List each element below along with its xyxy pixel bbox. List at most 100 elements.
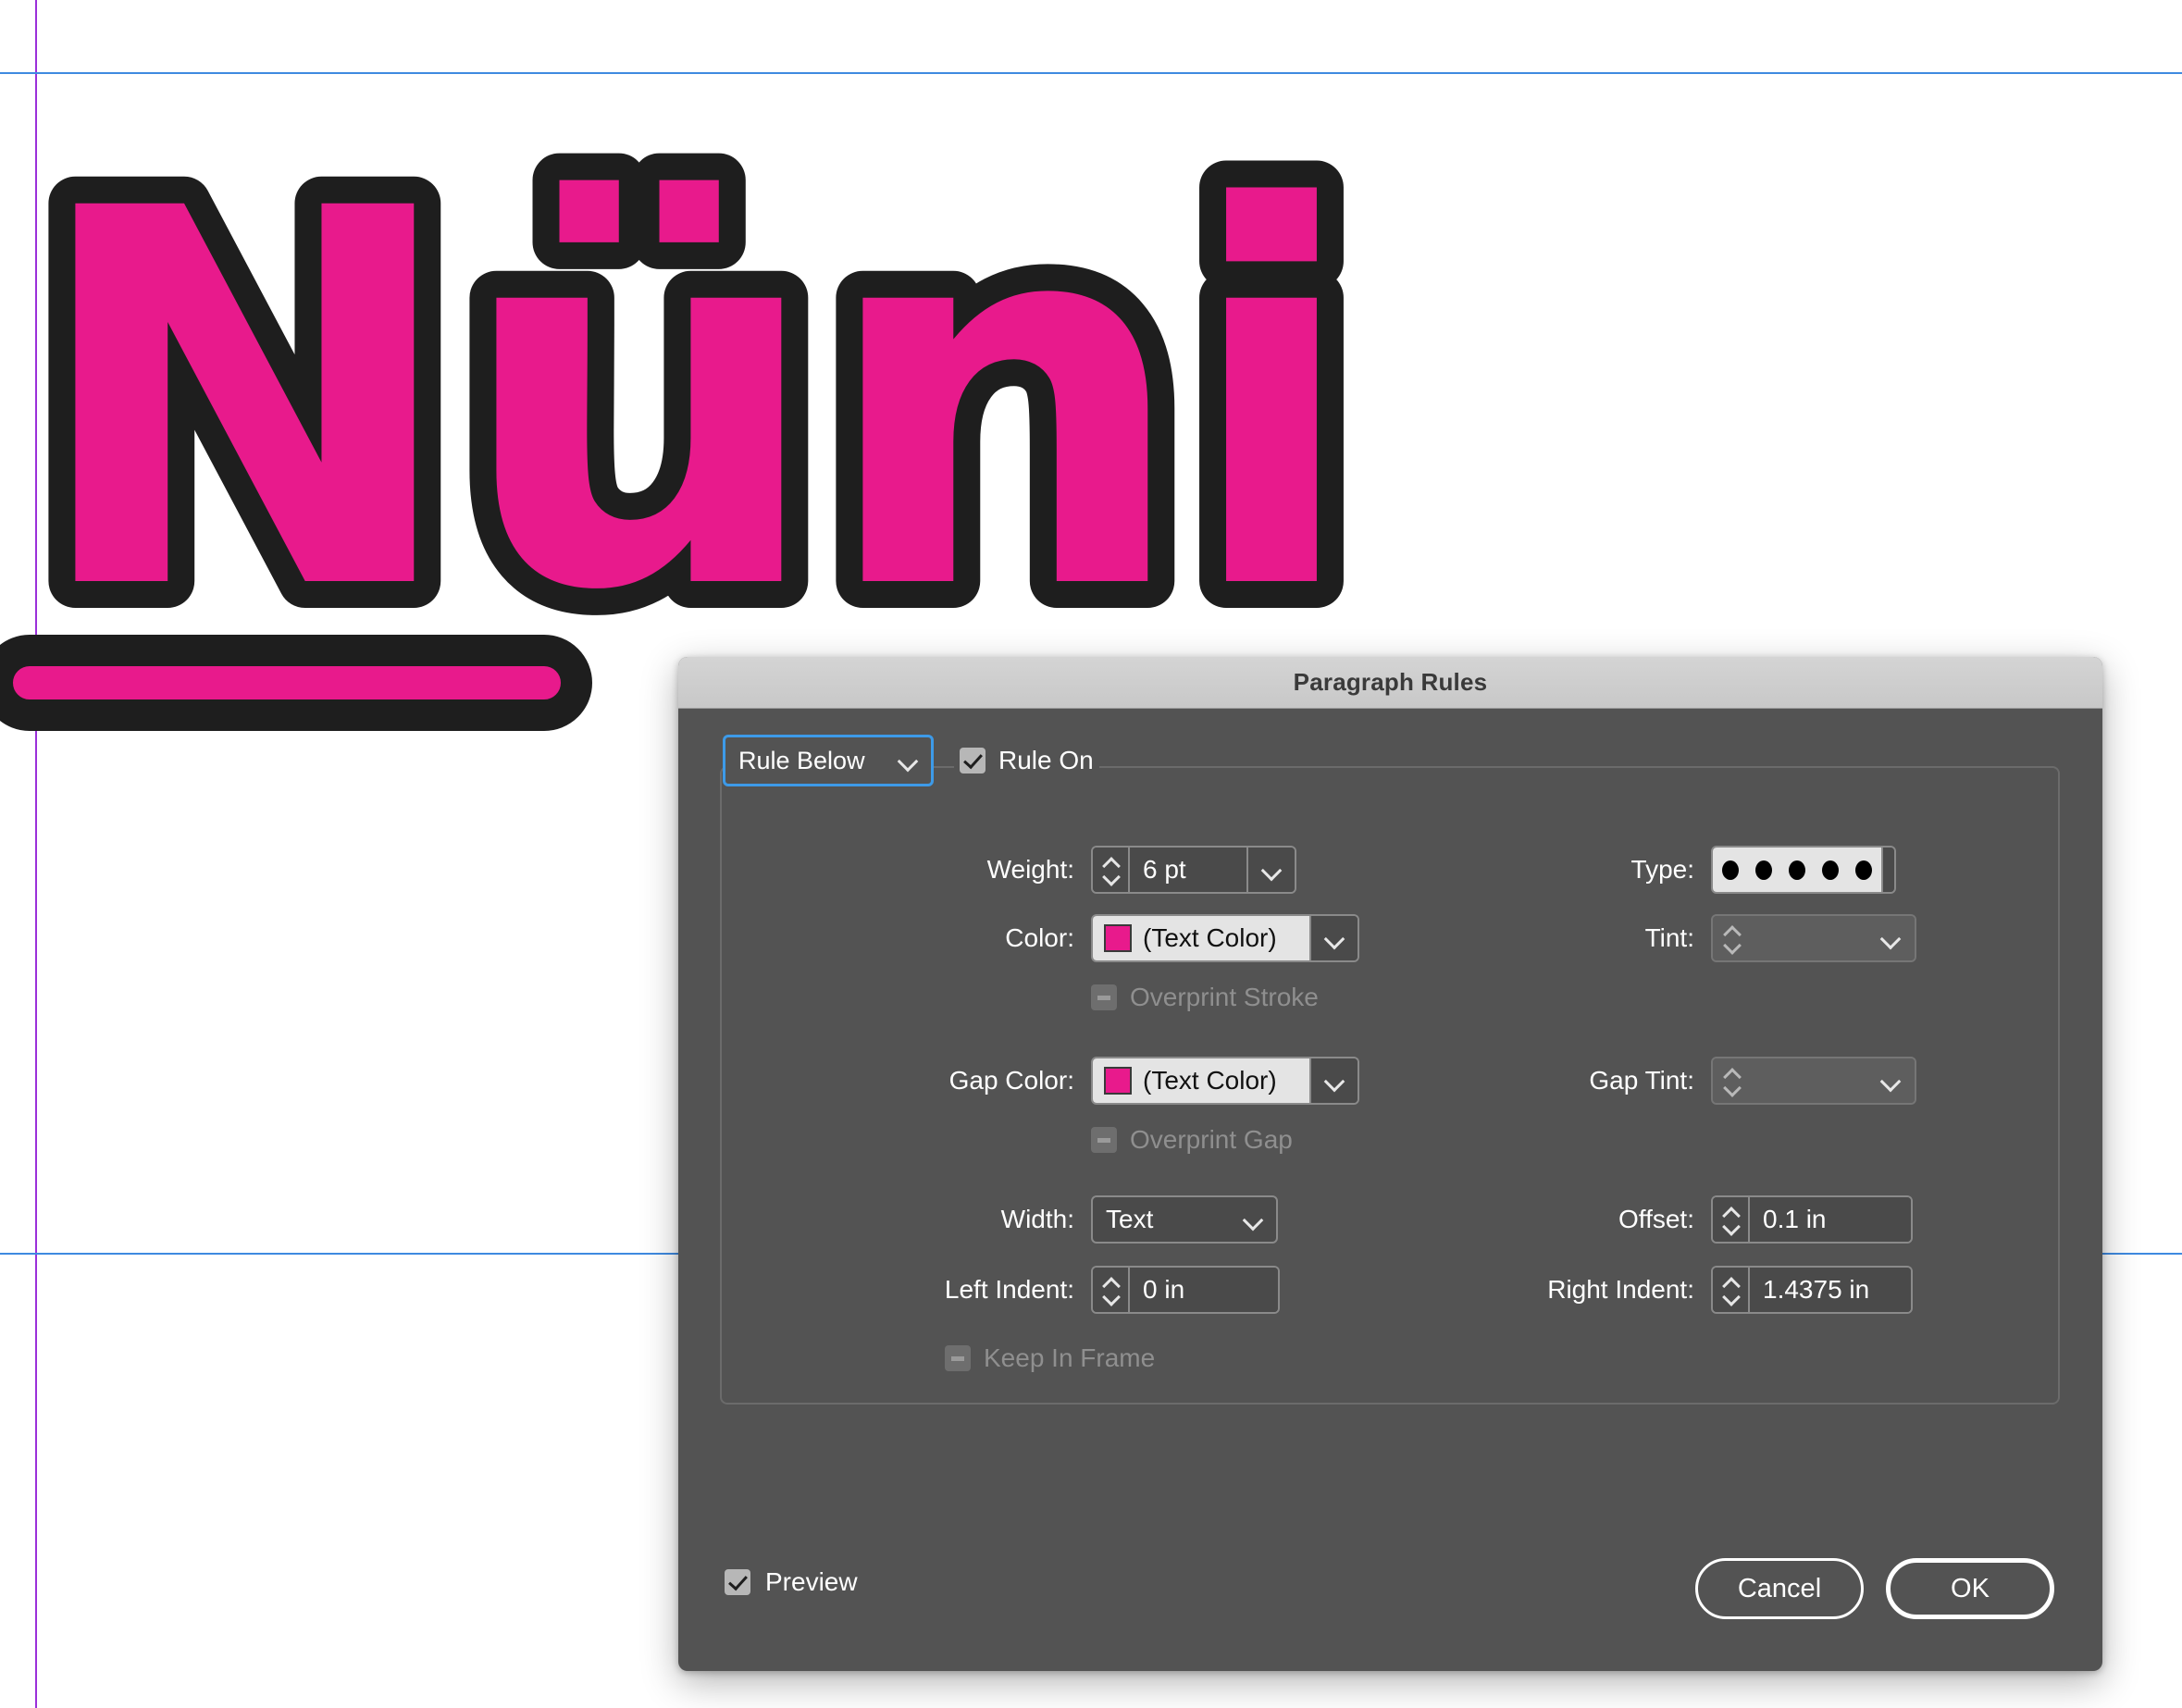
weight-value[interactable]: 6 pt bbox=[1130, 848, 1246, 892]
preview-checkbox-row[interactable]: Preview bbox=[725, 1567, 858, 1597]
gap-color-dropdown-button[interactable] bbox=[1309, 1058, 1358, 1103]
chevron-down-icon bbox=[1261, 860, 1282, 880]
right-indent-field[interactable]: 1.4375 in bbox=[1711, 1266, 1913, 1314]
overprint-stroke-label: Overprint Stroke bbox=[1130, 983, 1319, 1011]
paragraph-rule-below bbox=[0, 635, 592, 731]
type-row: Type: bbox=[1593, 846, 1896, 894]
chevron-up-icon bbox=[1722, 925, 1741, 935]
right-indent-value[interactable]: 1.4375 in bbox=[1750, 1268, 1911, 1312]
weight-row: Weight: 6 pt bbox=[936, 846, 1296, 894]
overprint-gap-row: Overprint Gap bbox=[1091, 1125, 1293, 1155]
gap-color-label: Gap Color: bbox=[948, 1066, 1074, 1095]
chevron-down-icon bbox=[1722, 1083, 1741, 1094]
chevron-down-icon bbox=[1324, 1071, 1345, 1091]
gap-tint-value bbox=[1750, 1058, 1866, 1103]
tint-label: Tint: bbox=[1644, 923, 1694, 952]
overprint-gap-checkbox bbox=[1091, 1127, 1117, 1153]
chevron-down-icon[interactable] bbox=[1101, 1293, 1120, 1303]
overprint-stroke-checkbox bbox=[1091, 984, 1117, 1010]
gap-tint-label: Gap Tint: bbox=[1589, 1066, 1694, 1095]
chevron-down-icon bbox=[1324, 928, 1345, 948]
chevron-down-icon[interactable] bbox=[1721, 1222, 1740, 1232]
weight-stepper[interactable] bbox=[1093, 848, 1130, 892]
rule-position-select[interactable]: Rule Below bbox=[723, 735, 934, 786]
tint-value bbox=[1750, 916, 1866, 960]
width-row: Width: Text bbox=[936, 1195, 1278, 1244]
overprint-stroke-row: Overprint Stroke bbox=[1091, 983, 1319, 1012]
color-select[interactable]: (Text Color) bbox=[1091, 914, 1359, 962]
chevron-down-icon[interactable] bbox=[1721, 1293, 1740, 1303]
offset-row: Offset: 0.1 in bbox=[1544, 1195, 1913, 1244]
gap-tint-stepper bbox=[1713, 1058, 1750, 1103]
offset-value[interactable]: 0.1 in bbox=[1750, 1197, 1911, 1242]
color-value-wrap: (Text Color) bbox=[1093, 916, 1309, 960]
right-indent-stepper[interactable] bbox=[1713, 1268, 1750, 1312]
weight-dropdown-button[interactable] bbox=[1246, 848, 1295, 892]
rule-on-checkbox-row[interactable]: Rule On bbox=[954, 746, 1099, 775]
color-dropdown-button[interactable] bbox=[1309, 916, 1358, 960]
type-preview bbox=[1713, 848, 1881, 892]
preview-checkbox[interactable] bbox=[725, 1569, 750, 1595]
application-window: Nüni Paragraph Rules Rule Below Rule On bbox=[0, 0, 2182, 1708]
color-value: (Text Color) bbox=[1143, 923, 1277, 952]
type-dropdown-button[interactable] bbox=[1881, 848, 1894, 892]
chevron-down-icon bbox=[1880, 1071, 1901, 1091]
chevron-up-icon[interactable] bbox=[1101, 857, 1120, 867]
chevron-up-icon[interactable] bbox=[1721, 1207, 1740, 1217]
gap-tint-dropdown-button bbox=[1866, 1058, 1915, 1103]
rule-position-value: Rule Below bbox=[738, 746, 865, 774]
keep-in-frame-checkbox bbox=[945, 1345, 971, 1371]
right-indent-row: Right Indent: 1.4375 in bbox=[1437, 1266, 1913, 1314]
color-row: Color: (Text Color) bbox=[936, 914, 1359, 962]
gap-color-select[interactable]: (Text Color) bbox=[1091, 1057, 1359, 1105]
weight-label: Weight: bbox=[986, 855, 1074, 884]
left-indent-label: Left Indent: bbox=[944, 1275, 1074, 1304]
offset-field[interactable]: 0.1 in bbox=[1711, 1195, 1913, 1244]
left-indent-value[interactable]: 0 in bbox=[1130, 1268, 1278, 1312]
preview-label: Preview bbox=[765, 1567, 858, 1596]
keep-in-frame-row: Keep In Frame bbox=[945, 1343, 1155, 1373]
vertical-guide-left bbox=[35, 0, 37, 1708]
ok-button[interactable]: OK bbox=[1886, 1558, 2054, 1619]
color-swatch bbox=[1104, 924, 1132, 952]
weight-field[interactable]: 6 pt bbox=[1091, 846, 1296, 894]
gap-color-row: Gap Color: (Text Color) bbox=[873, 1057, 1359, 1105]
type-select[interactable] bbox=[1711, 846, 1896, 894]
rule-on-checkbox[interactable] bbox=[960, 748, 986, 774]
dialog-body: Rule Below Rule On Weight: 6 pt Type: Co… bbox=[678, 709, 2102, 1671]
dotted-line-icon bbox=[1722, 860, 1872, 880]
paragraph-rules-dialog: Paragraph Rules Rule Below Rule On Weigh… bbox=[678, 657, 2102, 1671]
chevron-down-icon bbox=[1722, 941, 1741, 951]
left-indent-stepper[interactable] bbox=[1093, 1268, 1130, 1312]
gap-color-swatch bbox=[1104, 1067, 1132, 1095]
gap-color-value-wrap: (Text Color) bbox=[1093, 1058, 1309, 1103]
left-indent-row: Left Indent: 0 in bbox=[826, 1266, 1280, 1314]
offset-label: Offset: bbox=[1618, 1205, 1694, 1233]
chevron-up-icon bbox=[1722, 1068, 1741, 1078]
type-label: Type: bbox=[1630, 855, 1694, 884]
tint-row: Tint: bbox=[1593, 914, 1916, 962]
chevron-up-icon[interactable] bbox=[1101, 1277, 1120, 1287]
tint-field bbox=[1711, 914, 1916, 962]
chevron-up-icon[interactable] bbox=[1721, 1277, 1740, 1287]
width-select[interactable]: Text bbox=[1091, 1195, 1278, 1244]
overprint-gap-label: Overprint Gap bbox=[1130, 1125, 1293, 1154]
chevron-down-icon bbox=[1243, 1209, 1263, 1230]
chevron-down-icon bbox=[1880, 928, 1901, 948]
keep-in-frame-label: Keep In Frame bbox=[984, 1343, 1156, 1372]
dialog-footer: Preview Cancel OK bbox=[678, 1532, 2102, 1671]
tint-dropdown-button bbox=[1866, 916, 1915, 960]
chevron-down-icon bbox=[898, 750, 918, 771]
left-indent-field[interactable]: 0 in bbox=[1091, 1266, 1280, 1314]
offset-stepper[interactable] bbox=[1713, 1197, 1750, 1242]
chevron-down-icon[interactable] bbox=[1101, 873, 1120, 883]
gap-tint-row: Gap Tint: bbox=[1511, 1057, 1916, 1105]
cancel-button[interactable]: Cancel bbox=[1695, 1558, 1864, 1619]
rule-on-label: Rule On bbox=[998, 746, 1094, 774]
gap-tint-field bbox=[1711, 1057, 1916, 1105]
right-indent-label: Right Indent: bbox=[1547, 1275, 1694, 1304]
gap-color-value: (Text Color) bbox=[1143, 1066, 1277, 1095]
artwork-headline: Nüni bbox=[28, 101, 1355, 704]
tint-stepper bbox=[1713, 916, 1750, 960]
rule-type-row: Rule Below Rule On bbox=[723, 735, 1099, 786]
